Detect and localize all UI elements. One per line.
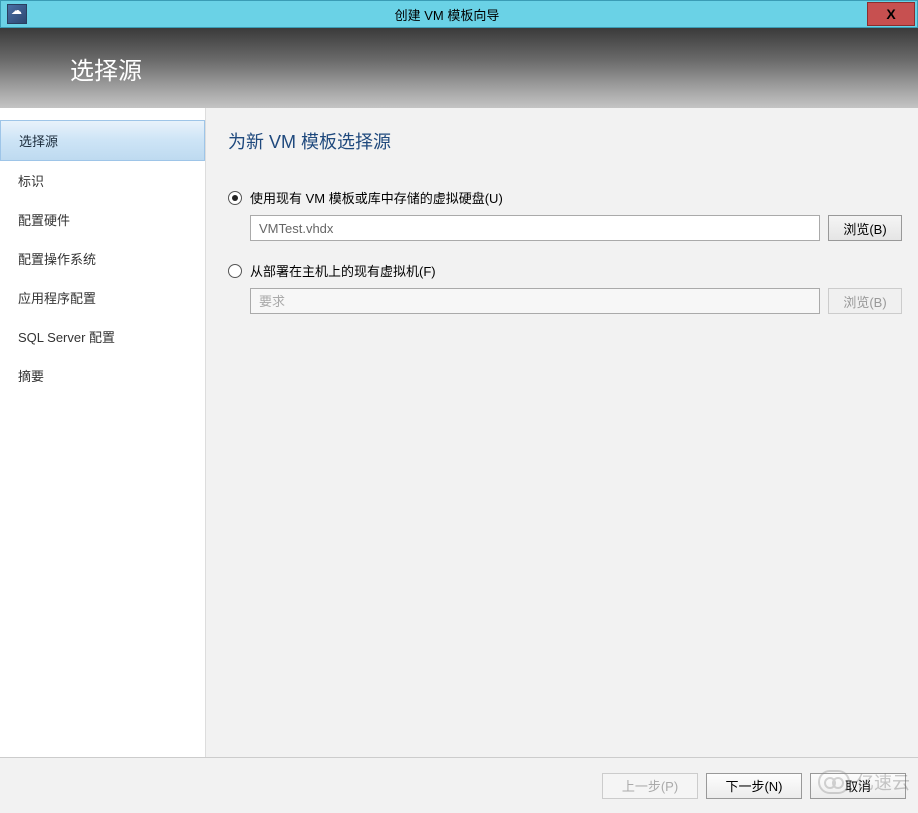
sidebar-item-configure-hardware[interactable]: 配置硬件 <box>0 200 205 239</box>
sidebar-item-label: 配置硬件 <box>18 213 70 228</box>
next-button[interactable]: 下一步(N) <box>706 773 802 799</box>
browse-deployed-button: 浏览(B) <box>828 288 902 314</box>
sidebar-item-label: 应用程序配置 <box>18 291 96 306</box>
app-icon <box>7 4 27 24</box>
option-deployed-vm-label: 从部署在主机上的现有虚拟机(F) <box>250 261 436 280</box>
wizard-header: 选择源 <box>0 28 918 108</box>
sidebar-item-label: 标识 <box>18 174 44 189</box>
titlebar: 创建 VM 模板向导 X <box>0 0 918 28</box>
previous-button: 上一步(P) <box>602 773 698 799</box>
footer: 上一步(P) 下一步(N) 取消 <box>0 757 918 813</box>
body: 选择源 标识 配置硬件 配置操作系统 应用程序配置 SQL Server 配置 … <box>0 108 918 757</box>
main-panel: 为新 VM 模板选择源 使用现有 VM 模板或库中存储的虚拟硬盘(U) 浏览(B… <box>206 108 918 757</box>
close-icon: X <box>886 6 895 22</box>
sidebar-item-app-config[interactable]: 应用程序配置 <box>0 278 205 317</box>
existing-template-path-input[interactable] <box>250 215 820 241</box>
deployed-vm-input-row: 浏览(B) <box>250 288 918 314</box>
sidebar-item-label: 配置操作系统 <box>18 252 96 267</box>
window-title: 创建 VM 模板向导 <box>27 5 867 24</box>
page-title: 为新 VM 模板选择源 <box>228 128 918 154</box>
wizard-step-title: 选择源 <box>70 51 142 86</box>
option-deployed-vm[interactable]: 从部署在主机上的现有虚拟机(F) <box>228 261 918 280</box>
option-existing-template[interactable]: 使用现有 VM 模板或库中存储的虚拟硬盘(U) <box>228 188 918 207</box>
existing-template-input-row: 浏览(B) <box>250 215 918 241</box>
sidebar: 选择源 标识 配置硬件 配置操作系统 应用程序配置 SQL Server 配置 … <box>0 108 206 757</box>
sidebar-item-label: SQL Server 配置 <box>18 330 115 345</box>
sidebar-item-summary[interactable]: 摘要 <box>0 356 205 395</box>
sidebar-item-label: 摘要 <box>18 369 44 384</box>
radio-deployed-vm[interactable] <box>228 264 242 278</box>
browse-existing-button[interactable]: 浏览(B) <box>828 215 902 241</box>
close-button[interactable]: X <box>867 2 915 26</box>
sidebar-item-identity[interactable]: 标识 <box>0 161 205 200</box>
cancel-button[interactable]: 取消 <box>810 773 906 799</box>
option-existing-template-label: 使用现有 VM 模板或库中存储的虚拟硬盘(U) <box>250 188 503 207</box>
radio-existing-template[interactable] <box>228 191 242 205</box>
sidebar-item-sql-config[interactable]: SQL Server 配置 <box>0 317 205 356</box>
sidebar-item-configure-os[interactable]: 配置操作系统 <box>0 239 205 278</box>
deployed-vm-input <box>250 288 820 314</box>
sidebar-item-label: 选择源 <box>19 134 58 149</box>
sidebar-item-select-source[interactable]: 选择源 <box>0 120 205 161</box>
